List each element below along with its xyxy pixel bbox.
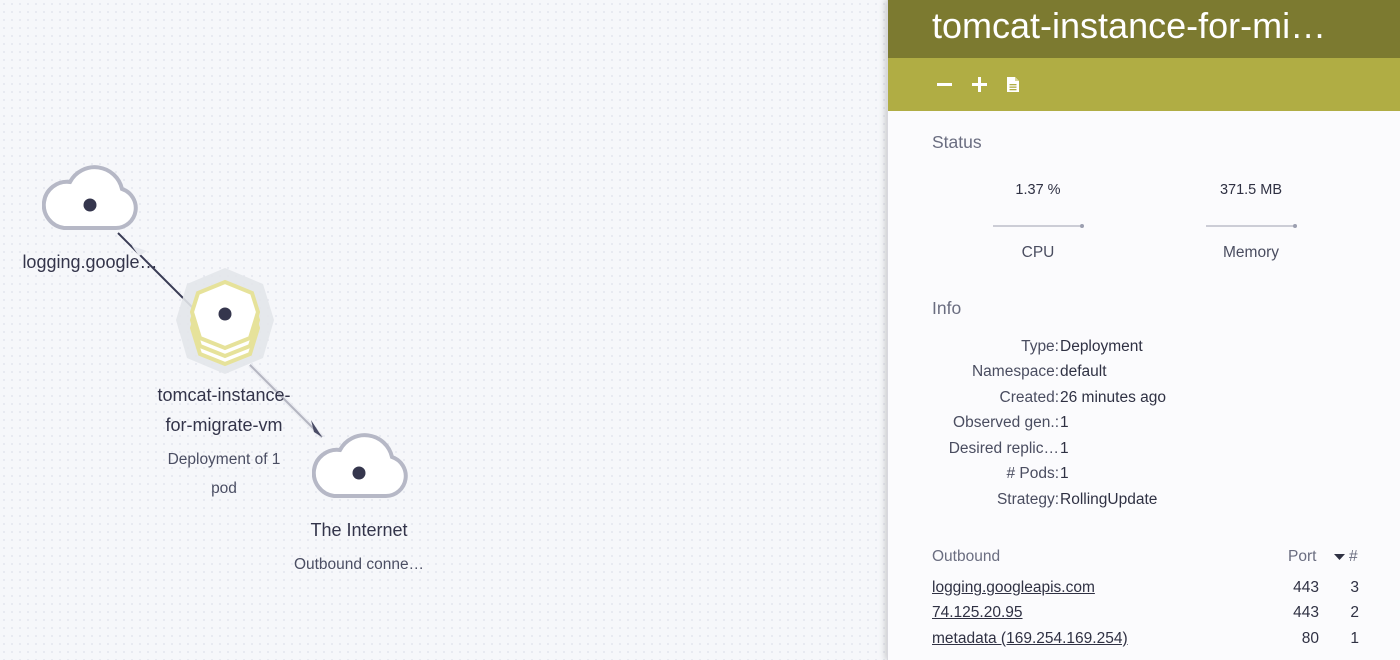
info-row-observed-gen: Observed gen.: 1 (888, 410, 1400, 435)
info-row-type: Type: Deployment (888, 334, 1400, 359)
info-key: Type: (1021, 338, 1059, 355)
outbound-host-link[interactable]: 74.125.20.95 (932, 600, 1023, 625)
node-tomcat-label-line2[interactable]: for-migrate-vm (124, 410, 324, 440)
port-column-header[interactable]: Port (1288, 548, 1316, 566)
node-internet-sublabel: Outbound conne… (293, 556, 425, 573)
node-internet-cloud-icon[interactable] (311, 432, 408, 507)
info-key: Observed gen.: (953, 414, 1059, 431)
info-row-created: Created: 26 minutes ago (888, 385, 1400, 410)
panel-toolbar (888, 58, 1400, 111)
node-internet-label[interactable]: The Internet (259, 515, 459, 545)
info-value: Deployment (1060, 338, 1143, 355)
panel-title: tomcat-instance-for-mi… (888, 0, 1400, 58)
outbound-count: 1 (1350, 630, 1359, 647)
outbound-host-link[interactable]: logging.googleapis.com (932, 575, 1095, 600)
info-key: Namespace: (971, 363, 1059, 380)
outbound-port: 80 (1301, 630, 1319, 647)
info-key: Desired replic… (948, 440, 1059, 457)
status-section-title: Status (932, 132, 982, 152)
outbound-count: 2 (1350, 604, 1359, 621)
count-column-header[interactable]: # (1334, 548, 1358, 566)
node-tomcat-sublabel-line1: Deployment of 1 (167, 451, 281, 468)
cpu-label: CPU (1021, 244, 1055, 261)
plus-icon[interactable] (971, 76, 988, 93)
outbound-count: 3 (1350, 579, 1359, 596)
info-key: # Pods: (1006, 465, 1059, 482)
outbound-port: 443 (1293, 604, 1319, 621)
info-row-desired-replicas: Desired replic… 1 (888, 436, 1400, 461)
count-header-label: # (1349, 548, 1358, 565)
outbound-port: 443 (1293, 579, 1319, 596)
info-value: 1 (1060, 440, 1069, 457)
outbound-row: metadata (169.254.169.254) 80 1 (888, 626, 1400, 651)
info-value: 1 (1060, 414, 1069, 431)
node-tomcat-label-line1[interactable]: tomcat-instance- (124, 380, 324, 410)
info-row-pods: # Pods: 1 (888, 461, 1400, 486)
info-value: 1 (1060, 465, 1069, 482)
cpu-sparkline (993, 224, 1084, 228)
info-value: default (1060, 363, 1107, 380)
outbound-row: 74.125.20.95 443 2 (888, 600, 1400, 625)
node-logging-label[interactable]: logging.google… (10, 247, 170, 277)
topology-canvas[interactable]: logging.google… tomcat-instance- for-mig… (0, 0, 887, 660)
cpu-metric: 1.37 % CPU (978, 182, 1098, 272)
details-panel: tomcat-instance-for-mi… Status 1.37 % CP… (887, 0, 1400, 660)
node-logging-cloud-icon[interactable] (41, 164, 138, 239)
memory-metric: 371.5 MB Memory (1191, 182, 1311, 272)
info-key: Created: (999, 389, 1059, 406)
info-row-namespace: Namespace: default (888, 359, 1400, 384)
document-icon[interactable] (1006, 76, 1023, 93)
minus-icon[interactable] (936, 76, 953, 93)
memory-label: Memory (1223, 244, 1279, 261)
outbound-column-header[interactable]: Outbound (932, 548, 1000, 566)
outbound-row: logging.googleapis.com 443 3 (888, 575, 1400, 600)
info-row-strategy: Strategy: RollingUpdate (888, 487, 1400, 512)
info-value: RollingUpdate (1060, 491, 1158, 508)
node-tomcat-sublabel-line2: pod (211, 480, 237, 497)
memory-value: 371.5 MB (1219, 182, 1283, 198)
outbound-host-link[interactable]: metadata (169.254.169.254) (932, 626, 1128, 651)
cpu-value: 1.37 % (1015, 182, 1061, 198)
info-key: Strategy: (996, 491, 1059, 508)
info-value: 26 minutes ago (1060, 389, 1166, 406)
memory-sparkline (1206, 224, 1297, 228)
sort-desc-icon (1334, 554, 1345, 560)
info-section-title: Info (932, 298, 962, 318)
node-tomcat-deployment-icon[interactable] (170, 262, 280, 385)
